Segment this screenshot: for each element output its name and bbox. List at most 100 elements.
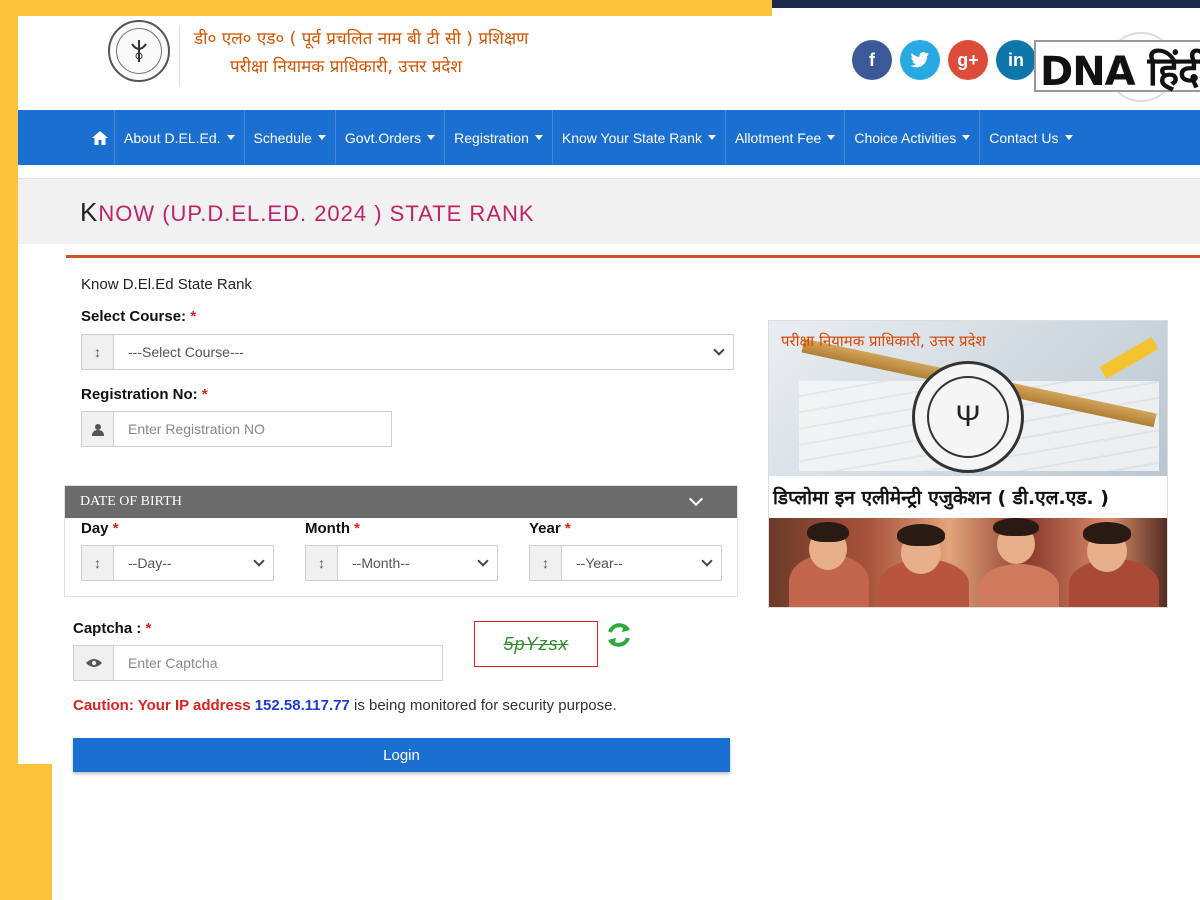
- course-select[interactable]: ↕ ---Select Course---: [81, 334, 734, 370]
- top-info-strip: [772, 0, 1200, 8]
- user-icon: [82, 412, 114, 446]
- header-title-line2: परीक्षा नियामक प्राधिकारी, उत्तर प्रदेश: [230, 57, 462, 77]
- page-title: KNOW (UP.D.EL.ED. 2024 ) STATE RANK: [80, 197, 535, 228]
- promo-caption-top: परीक्षा नियामक प्राधिकारी, उत्तर प्रदेश: [781, 332, 986, 350]
- promo-caption-band-text: डिप्लोमा इन एलीमेन्ट्री एजुकेशन ( डी.एल.…: [773, 487, 1109, 509]
- promo-emblem-icon: Ψ: [912, 361, 1024, 473]
- required-mark: *: [145, 620, 152, 637]
- pencil-graphic-tip: [1099, 336, 1159, 380]
- required-mark: *: [201, 386, 208, 403]
- required-mark: *: [190, 308, 197, 325]
- facebook-icon[interactable]: f: [852, 40, 892, 80]
- caret-down-icon: [427, 135, 436, 140]
- nav-registration-label: Registration: [454, 129, 529, 146]
- year-select-value: --Year--: [576, 555, 623, 571]
- site-header: डी० एल० एड० ( पूर्व प्रचलित नाम बी टी सी…: [18, 16, 1200, 110]
- nav-about-label: About D.EL.Ed.: [124, 129, 221, 146]
- nav-know-state-rank[interactable]: Know Your State Rank: [551, 110, 725, 165]
- day-select[interactable]: ↕ --Day--: [81, 545, 274, 581]
- caret-down-icon: [962, 135, 971, 140]
- nav-govt-orders-label: Govt.Orders: [344, 129, 422, 146]
- nav-schedule[interactable]: Schedule: [243, 110, 335, 165]
- ip-caution-message: Caution: Your IP address 152.58.117.77 i…: [73, 697, 617, 714]
- month-select-value: --Month--: [352, 555, 410, 571]
- deled-promo-image: Ψ परीक्षा नियामक प्राधिकारी, उत्तर प्रदे…: [768, 320, 1168, 608]
- captcha-label: Captcha : *: [73, 620, 151, 637]
- caution-suffix: is being monitored for security purpose.: [354, 697, 617, 714]
- day-select-value: --Day--: [128, 555, 172, 571]
- page-title-band: KNOW (UP.D.EL.ED. 2024 ) STATE RANK: [18, 178, 1200, 244]
- caret-down-icon: [827, 135, 836, 140]
- chevron-down-icon: [477, 555, 489, 567]
- nav-contact-us[interactable]: Contact Us: [979, 110, 1081, 165]
- day-label-text: Day: [81, 520, 109, 537]
- refresh-icon[interactable]: [604, 620, 634, 650]
- captcha-text: 5pYzsx: [503, 633, 569, 654]
- nav-allotment-fee[interactable]: Allotment Fee: [724, 110, 844, 165]
- google-plus-icon[interactable]: g+: [948, 40, 988, 80]
- year-select[interactable]: ↕ --Year--: [529, 545, 722, 581]
- registration-input[interactable]: Enter Registration NO: [81, 411, 392, 447]
- frame-bottom-left-border: [0, 764, 52, 900]
- captcha-placeholder: Enter Captcha: [128, 655, 218, 671]
- caret-down-icon: [1064, 135, 1073, 140]
- form-subtitle: Know D.El.Ed State Rank: [81, 276, 252, 293]
- login-button[interactable]: Login: [73, 738, 730, 772]
- registration-placeholder: Enter Registration NO: [128, 421, 265, 437]
- section-divider: [66, 255, 1200, 258]
- up-emblem-logo: [108, 20, 170, 82]
- registration-label: Registration No: *: [81, 386, 208, 403]
- day-label: Day *: [81, 520, 119, 537]
- caret-down-icon: [226, 135, 235, 140]
- caution-prefix: Caution: Your IP address: [73, 697, 251, 714]
- course-label: Select Course: *: [81, 308, 196, 325]
- nav-about[interactable]: About D.EL.Ed.: [114, 110, 244, 165]
- header-divider: [179, 26, 180, 86]
- month-select[interactable]: ↕ --Month--: [305, 545, 498, 581]
- dob-header-label: DATE OF BIRTH: [80, 494, 182, 509]
- sort-icon: ↕: [530, 546, 562, 580]
- required-mark: *: [112, 520, 119, 537]
- dob-header[interactable]: DATE OF BIRTH: [65, 486, 737, 518]
- chevron-down-icon: [253, 555, 265, 567]
- captcha-label-text: Captcha :: [73, 620, 142, 637]
- year-label-text: Year: [529, 520, 561, 537]
- nav-govt-orders[interactable]: Govt.Orders: [334, 110, 444, 165]
- sort-icon: ↕: [82, 335, 114, 369]
- course-select-value: ---Select Course---: [128, 344, 244, 360]
- chevron-down-icon: [701, 555, 713, 567]
- nav-allotment-fee-label: Allotment Fee: [734, 129, 822, 146]
- caret-down-icon: [317, 135, 326, 140]
- page-title-initial: K: [80, 197, 99, 227]
- nav-registration[interactable]: Registration: [444, 110, 552, 165]
- watermark-text: DNA हिंदी: [1040, 49, 1200, 95]
- month-label-text: Month: [305, 520, 350, 537]
- chevron-down-icon: [713, 344, 725, 356]
- nav-schedule-label: Schedule: [253, 129, 312, 146]
- year-label: Year *: [529, 520, 571, 537]
- dna-hindi-watermark: DNA हिंदी: [1022, 32, 1200, 112]
- registration-label-text: Registration No:: [81, 386, 198, 403]
- main-nav: About D.EL.Ed. Schedule Govt.Orders Regi…: [18, 110, 1200, 165]
- home-icon[interactable]: [86, 110, 114, 165]
- course-label-text: Select Course:: [81, 308, 187, 325]
- caret-down-icon: [707, 135, 716, 140]
- required-mark: *: [354, 520, 360, 537]
- required-mark: *: [564, 520, 571, 537]
- sort-icon: ↕: [82, 546, 114, 580]
- captcha-input[interactable]: Enter Captcha: [73, 645, 443, 681]
- month-label: Month *: [305, 520, 360, 537]
- promo-caption-band: डिप्लोमा इन एलीमेन्ट्री एजुकेशन ( डी.एल.…: [769, 476, 1167, 518]
- sort-icon: ↕: [306, 546, 338, 580]
- eye-icon: [74, 646, 114, 680]
- twitter-icon[interactable]: [900, 40, 940, 80]
- caret-down-icon: [534, 135, 543, 140]
- nav-know-state-rank-label: Know Your State Rank: [561, 129, 702, 146]
- header-title-line1: डी० एल० एड० ( पूर्व प्रचलित नाम बी टी सी…: [194, 29, 529, 49]
- nav-contact-us-label: Contact Us: [989, 129, 1059, 146]
- students-photo: [769, 518, 1167, 607]
- frame-top-border: [0, 0, 772, 16]
- nav-choice-activities[interactable]: Choice Activities: [844, 110, 979, 165]
- captcha-image: 5pYzsx: [474, 621, 598, 667]
- ip-address: 152.58.117.77: [254, 697, 350, 714]
